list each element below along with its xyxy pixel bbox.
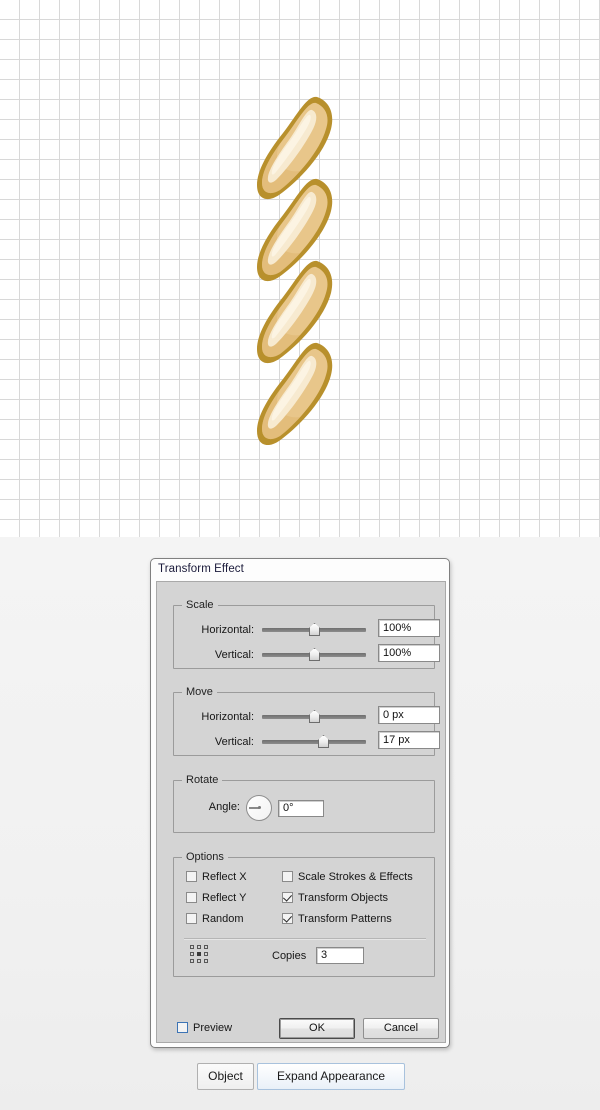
slider-thumb[interactable] bbox=[309, 710, 320, 723]
checkbox-label: Scale Strokes & Effects bbox=[298, 871, 413, 883]
checkbox-random[interactable]: Random bbox=[186, 913, 244, 925]
checkbox-label: Random bbox=[202, 913, 244, 925]
transform-effect-dialog: Transform Effect Scale Horizontal: 100% … bbox=[150, 558, 450, 1048]
options-group: Options Reflect X Reflect Y Random Scale… bbox=[173, 851, 435, 977]
move-horizontal-slider[interactable] bbox=[262, 707, 366, 727]
scale-group: Scale Horizontal: 100% Vertical: 100% bbox=[173, 599, 440, 669]
ok-button[interactable]: OK bbox=[279, 1018, 355, 1039]
slider-thumb[interactable] bbox=[309, 623, 320, 636]
move-legend: Move bbox=[182, 686, 217, 698]
slider-track bbox=[262, 740, 366, 744]
checkbox-label: Reflect Y bbox=[202, 892, 247, 904]
copies-input[interactable]: 3 bbox=[316, 947, 364, 964]
scale-horizontal-row: Horizontal: 100% bbox=[174, 619, 440, 640]
scale-vertical-slider[interactable] bbox=[262, 645, 366, 665]
checkbox-box[interactable] bbox=[186, 913, 197, 924]
angle-dial[interactable] bbox=[246, 795, 272, 821]
scale-vertical-row: Vertical: 100% bbox=[174, 644, 440, 665]
angle-label: Angle: bbox=[208, 801, 240, 813]
angle-input[interactable]: 0° bbox=[278, 800, 324, 817]
artboard-canvas[interactable] bbox=[0, 0, 600, 537]
move-horizontal-input[interactable]: 0 px bbox=[378, 706, 440, 724]
checkbox-box[interactable] bbox=[186, 871, 197, 882]
dialog-body: Scale Horizontal: 100% Vertical: 100% Mo… bbox=[156, 581, 446, 1043]
options-divider bbox=[184, 938, 426, 940]
checkbox-preview[interactable]: Preview bbox=[177, 1022, 232, 1034]
move-horizontal-row: Horizontal: 0 px bbox=[174, 706, 440, 727]
checkbox-label: Transform Patterns bbox=[298, 913, 392, 925]
scale-legend: Scale bbox=[182, 599, 218, 611]
checkbox-reflect-x[interactable]: Reflect X bbox=[186, 871, 247, 883]
scale-vertical-label: Vertical: bbox=[214, 649, 254, 661]
move-vertical-input[interactable]: 17 px bbox=[378, 731, 440, 749]
checkbox-reflect-y[interactable]: Reflect Y bbox=[186, 892, 246, 904]
checkbox-box[interactable] bbox=[186, 892, 197, 903]
checkbox-transform-patterns[interactable]: Transform Patterns bbox=[282, 913, 392, 925]
checkbox-box[interactable] bbox=[282, 913, 293, 924]
angle-dial-center bbox=[258, 806, 261, 809]
rotate-legend: Rotate bbox=[182, 774, 223, 786]
scale-horizontal-label: Horizontal: bbox=[201, 624, 254, 636]
scale-horizontal-input[interactable]: 100% bbox=[378, 619, 440, 637]
anchor-point-grid-icon[interactable] bbox=[190, 945, 209, 964]
checkbox-box[interactable] bbox=[177, 1022, 188, 1033]
move-horizontal-label: Horizontal: bbox=[201, 711, 254, 723]
cancel-button[interactable]: Cancel bbox=[363, 1018, 439, 1039]
object-button[interactable]: Object bbox=[197, 1063, 254, 1090]
scale-horizontal-slider[interactable] bbox=[262, 620, 366, 640]
slider-thumb[interactable] bbox=[309, 648, 320, 661]
checkbox-box[interactable] bbox=[282, 871, 293, 882]
checkbox-box[interactable] bbox=[282, 892, 293, 903]
copies-label: Copies bbox=[272, 950, 307, 962]
preview-label: Preview bbox=[193, 1022, 233, 1034]
options-legend: Options bbox=[182, 851, 228, 863]
checkbox-scale-strokes-effects[interactable]: Scale Strokes & Effects bbox=[282, 871, 413, 883]
move-vertical-slider[interactable] bbox=[262, 732, 366, 752]
dialog-title: Transform Effect bbox=[158, 563, 244, 575]
move-vertical-label: Vertical: bbox=[214, 736, 254, 748]
checkbox-label: Reflect X bbox=[202, 871, 247, 883]
slider-thumb[interactable] bbox=[318, 735, 329, 748]
rotate-group: Rotate Angle: 0° bbox=[173, 774, 435, 833]
twisted-rope-artwork[interactable] bbox=[255, 95, 350, 445]
expand-appearance-button[interactable]: Expand Appearance bbox=[257, 1063, 405, 1090]
move-group: Move Horizontal: 0 px Vertical: 17 px bbox=[173, 686, 440, 756]
checkbox-transform-objects[interactable]: Transform Objects bbox=[282, 892, 388, 904]
checkbox-label: Transform Objects bbox=[298, 892, 389, 904]
move-vertical-row: Vertical: 17 px bbox=[174, 731, 440, 752]
scale-vertical-input[interactable]: 100% bbox=[378, 644, 440, 662]
